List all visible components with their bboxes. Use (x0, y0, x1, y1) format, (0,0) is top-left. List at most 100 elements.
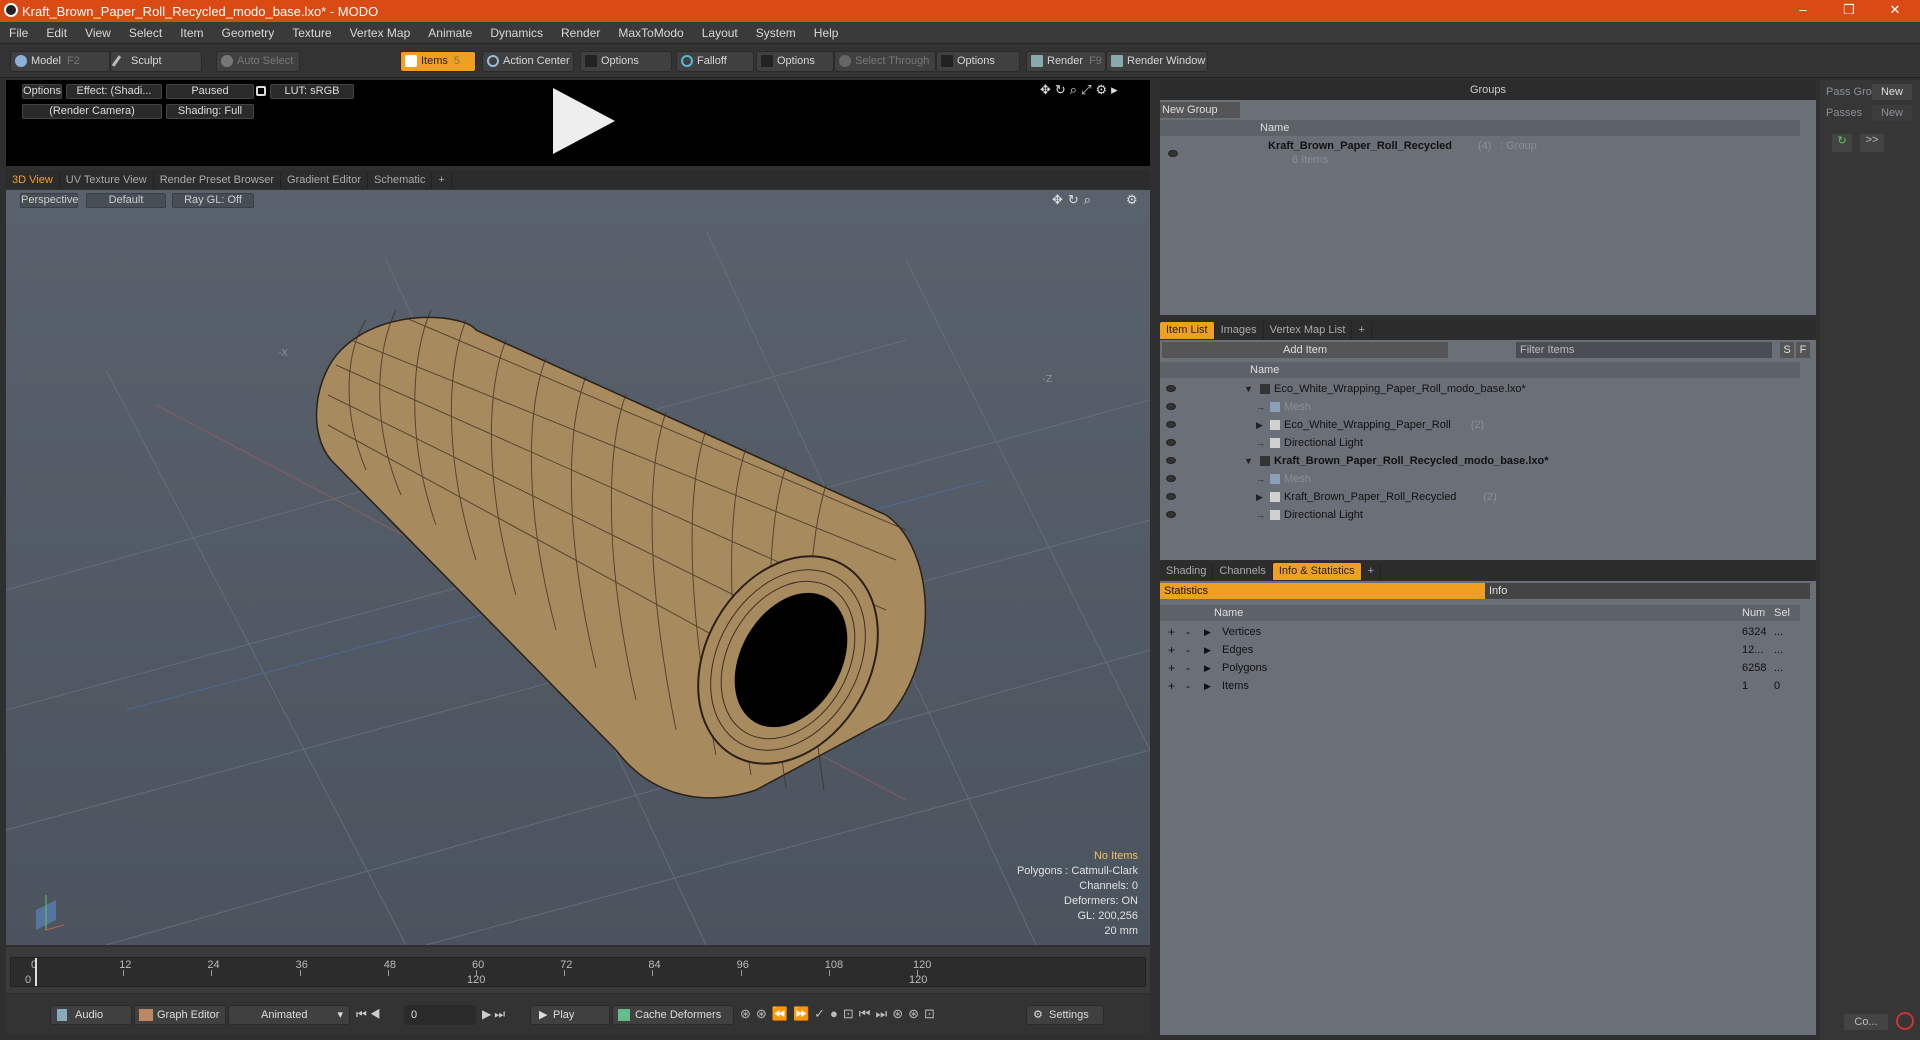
audio-button[interactable]: Audio (50, 1005, 132, 1025)
graph-editor-button[interactable]: Graph Editor (134, 1005, 226, 1025)
expand-arrow-icon[interactable]: ▶ (1204, 677, 1211, 695)
plus-icon[interactable]: + (1168, 623, 1175, 641)
list-item[interactable]: ▼ Eco_White_Wrapping_Paper_Roll_modo_base… (1160, 380, 1800, 398)
expand-button[interactable]: >> (1860, 134, 1884, 152)
branch-icon[interactable]: → (1256, 470, 1265, 488)
timeline[interactable]: 012243648607284961081200120120 (6, 947, 1150, 993)
filter-items-input[interactable]: Filter Items (1516, 342, 1772, 358)
tab-shading[interactable]: Shading (1160, 563, 1214, 580)
expand-arrow-icon[interactable]: ▶ (1256, 416, 1263, 434)
expand-arrow-icon[interactable]: ▶ (1204, 659, 1211, 677)
lut-dropdown[interactable]: LUT: sRGB (270, 84, 354, 99)
eye-icon[interactable] (1166, 403, 1176, 410)
s-button[interactable]: S (1780, 342, 1794, 358)
tab-add-tab-button[interactable]: + (432, 172, 452, 189)
info-tab[interactable]: Info (1485, 583, 1810, 599)
tab-add-tab-button[interactable]: + (1352, 322, 1372, 339)
branch-icon[interactable]: → (1256, 506, 1265, 524)
menu-edit[interactable]: Edit (37, 26, 76, 40)
maximize-button[interactable]: ❐ (1826, 0, 1872, 22)
preview-nav-icons[interactable]: ✥↻⌕⤢⚙▸ (1040, 82, 1122, 98)
tab-images[interactable]: Images (1215, 322, 1264, 339)
new-pass-button[interactable]: New (1872, 105, 1912, 121)
new-pass-group-button[interactable]: New (1872, 84, 1912, 100)
table-row[interactable]: + - ▶ Polygons 6258... (1160, 659, 1800, 677)
list-item[interactable]: → Directional Light (1160, 434, 1800, 452)
playhead[interactable] (35, 958, 37, 986)
plus-icon[interactable]: + (1168, 659, 1175, 677)
menu-texture[interactable]: Texture (283, 26, 340, 40)
raygl-dropdown[interactable]: Ray GL: Off (172, 193, 254, 208)
expand-arrow-icon[interactable]: ▶ (1204, 641, 1211, 659)
auto-select-button[interactable]: Auto Select (216, 51, 300, 72)
minus-icon[interactable]: - (1186, 641, 1190, 659)
plus-icon[interactable]: + (1168, 677, 1175, 695)
falloff-options-button[interactable]: Options (756, 51, 834, 72)
list-item[interactable]: ▶ Eco_White_Wrapping_Paper_Roll (2) (1160, 416, 1800, 434)
plus-icon[interactable]: + (1168, 641, 1175, 659)
eye-icon[interactable] (1166, 439, 1176, 446)
tab-add-tab-button[interactable]: + (1362, 563, 1382, 580)
group-item-name[interactable]: Kraft_Brown_Paper_Roll_Recycled (1268, 140, 1452, 152)
expand-arrow-icon[interactable]: ▶ (1204, 623, 1211, 641)
minus-icon[interactable]: - (1186, 659, 1190, 677)
lock-icon[interactable] (256, 86, 266, 96)
tab-vertex-map-list[interactable]: Vertex Map List (1264, 322, 1353, 339)
menu-render[interactable]: Render (552, 26, 609, 40)
timeline-ruler[interactable]: 012243648607284961081200120120 (10, 957, 1146, 987)
add-item-dropdown[interactable]: Add Item (1162, 342, 1448, 358)
new-group-button[interactable]: New Group (1160, 102, 1240, 118)
eye-icon[interactable] (1166, 475, 1176, 482)
statistics-tab[interactable]: Statistics (1160, 583, 1485, 599)
viewport-settings-icon[interactable]: ⚙ (1126, 192, 1138, 208)
collapse-arrow-icon[interactable]: ▼ (1244, 380, 1253, 398)
eye-icon[interactable] (1168, 150, 1178, 157)
menu-file[interactable]: File (0, 26, 37, 40)
tab-gradient-editor[interactable]: Gradient Editor (281, 172, 368, 189)
render-button[interactable]: Render F9 (1026, 51, 1106, 72)
3d-viewport[interactable]: -X -Z Perspective Default Ray GL: Off ✥↻… (6, 190, 1150, 945)
settings-button[interactable]: ⚙ Settings (1026, 1005, 1104, 1025)
list-item[interactable]: ▼ Kraft_Brown_Paper_Roll_Recycled_modo_ba… (1160, 452, 1800, 470)
sculpt-mode-button[interactable]: Sculpt (110, 51, 202, 72)
select-through-options-button[interactable]: Options (936, 51, 1020, 72)
table-row[interactable]: + - ▶ Vertices 6324... (1160, 623, 1800, 641)
paused-button[interactable]: Paused (166, 84, 254, 99)
minimize-button[interactable]: – (1780, 0, 1826, 22)
menu-maxtomodo[interactable]: MaxToModo (609, 26, 692, 40)
render-window-button[interactable]: Render Window (1106, 51, 1208, 72)
eye-icon[interactable] (1166, 457, 1176, 464)
menu-dynamics[interactable]: Dynamics (481, 26, 552, 40)
eye-icon[interactable] (1166, 421, 1176, 428)
menu-layout[interactable]: Layout (693, 26, 747, 40)
items-mode-button[interactable]: Items 5 (400, 51, 476, 72)
f-button[interactable]: F (1796, 342, 1810, 358)
action-center-options-button[interactable]: Options (580, 51, 672, 72)
list-item[interactable]: → Mesh (1160, 398, 1800, 416)
eye-icon[interactable] (1166, 511, 1176, 518)
cache-deformers-button[interactable]: Cache Deformers (612, 1005, 734, 1025)
tab-schematic[interactable]: Schematic (368, 172, 433, 189)
play-icon[interactable] (553, 88, 615, 154)
tab-3d-view[interactable]: 3D View (6, 172, 60, 189)
falloff-button[interactable]: Falloff (676, 51, 754, 72)
next-frame-icons[interactable]: ▶⏭ (482, 1007, 508, 1022)
prev-frame-icons[interactable]: ⏮◀ (356, 1007, 384, 1022)
menu-geometry[interactable]: Geometry (213, 26, 284, 40)
action-center-button[interactable]: Action Center (482, 51, 574, 72)
camera-dropdown[interactable]: (Render Camera) (22, 104, 162, 119)
shading-dropdown[interactable]: Shading: Full (166, 104, 254, 119)
table-row[interactable]: + - ▶ Items 1 0 (1160, 677, 1800, 695)
branch-icon[interactable]: → (1256, 398, 1265, 416)
collapse-arrow-icon[interactable]: ▼ (1244, 452, 1253, 470)
eye-icon[interactable] (1166, 493, 1176, 500)
co-button[interactable]: Co... (1844, 1014, 1888, 1030)
close-button[interactable]: ✕ (1872, 0, 1918, 22)
tab-render-preset-browser[interactable]: Render Preset Browser (154, 172, 282, 189)
animated-dropdown[interactable]: Animated ▾ (228, 1005, 350, 1025)
menu-item[interactable]: Item (171, 26, 212, 40)
tab-uv-texture-view[interactable]: UV Texture View (60, 172, 154, 189)
refresh-icon[interactable]: ↻ (1832, 134, 1852, 152)
table-row[interactable]: + - ▶ Edges 12...... (1160, 641, 1800, 659)
expand-arrow-icon[interactable]: ▶ (1256, 488, 1263, 506)
